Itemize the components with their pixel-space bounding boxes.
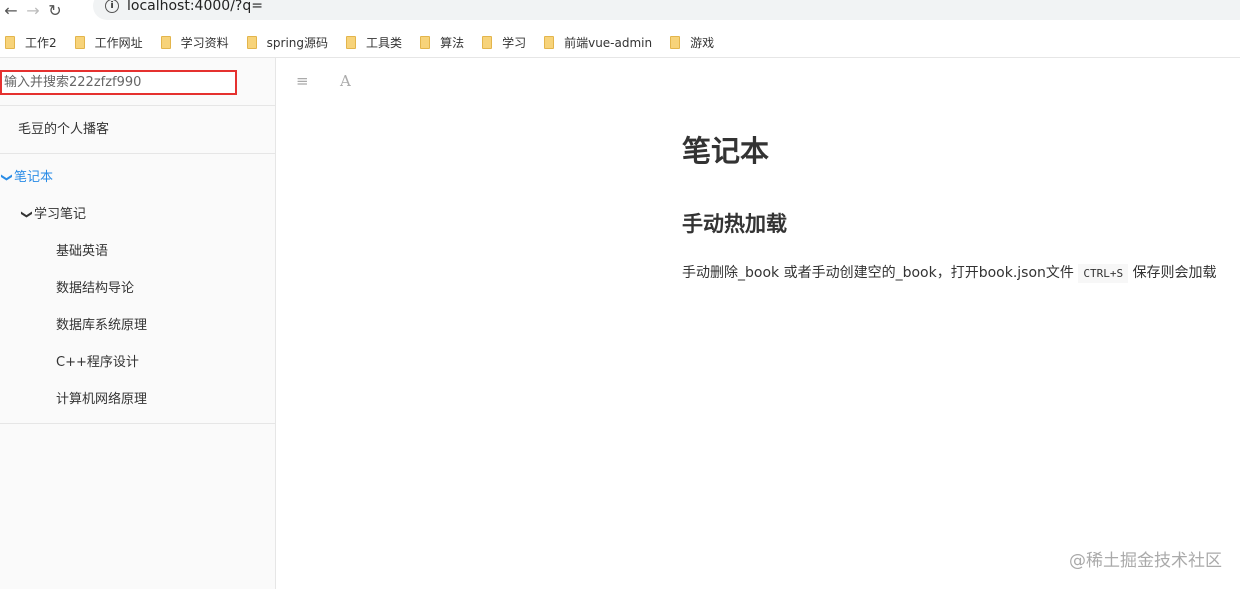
text: 手动删除_book 或者手动创建空的_book，打开book.json文件 <box>682 265 1074 281</box>
folder-icon <box>74 35 85 49</box>
reload-icon[interactable]: ↻ <box>44 1 66 20</box>
bookmarks-bar: 工作2 工作网址 学习资料 spring源码 工具类 算法 学习 前端vue-admin 游戏 <box>0 28 727 56</box>
folder-icon <box>420 35 431 49</box>
group-study-notes[interactable]: ❯学习笔记 <box>0 196 275 233</box>
bookmark-item[interactable]: spring源码 <box>246 34 329 51</box>
url-text: localhost:4000/?q= <box>127 0 263 14</box>
folder-icon <box>482 35 493 49</box>
sidebar-item[interactable]: 数据库系统原理 <box>0 307 275 344</box>
bookmark-item[interactable]: 前端vue-admin <box>544 34 652 51</box>
menu-icon[interactable]: ≡ <box>296 72 309 90</box>
chevron-down-icon: ❯ <box>20 209 34 220</box>
search-input[interactable]: 输入并搜索222zfzf990 <box>0 70 237 95</box>
back-icon[interactable]: ← <box>0 1 22 20</box>
bookmark-item[interactable]: 游戏 <box>670 34 714 51</box>
page-title: 笔记本 <box>682 134 770 168</box>
bookmark-label: 工作网址 <box>94 35 143 50</box>
sidebar-item[interactable]: 计算机网络原理 <box>0 381 275 418</box>
forward-icon[interactable]: → <box>22 1 44 20</box>
blog-title-link[interactable]: 毛豆的个人播客 <box>0 111 275 148</box>
bookmark-item[interactable]: 算法 <box>420 34 464 51</box>
section-heading: 手动热加载 <box>682 212 787 236</box>
sidebar-item[interactable]: 基础英语 <box>0 233 275 270</box>
bookmark-label: 学习 <box>502 35 527 50</box>
address-bar[interactable]: i localhost:4000/?q= <box>93 0 1240 20</box>
bookmark-label: 算法 <box>440 35 465 50</box>
folder-icon <box>670 35 681 49</box>
folder-icon <box>346 35 357 49</box>
watermark: @稀土掘金技术社区 <box>1069 551 1222 571</box>
main-content: ≡ A 笔记本 手动热加载 手动删除_book 或者手动创建空的_book，打开… <box>276 57 1240 589</box>
info-icon[interactable]: i <box>105 0 119 13</box>
text: 保存则会加载 <box>1132 265 1217 281</box>
bookmark-item[interactable]: 工作网址 <box>74 34 143 51</box>
bookmark-item[interactable]: 工作2 <box>5 34 57 51</box>
bookmark-item[interactable]: 学习 <box>482 34 526 51</box>
folder-icon <box>5 35 15 49</box>
folder-icon <box>544 35 555 49</box>
paragraph: 手动删除_book 或者手动创建空的_book，打开book.json文件 CT… <box>682 262 1217 283</box>
bookmark-label: 学习资料 <box>180 35 229 50</box>
sidebar-item[interactable]: C++程序设计 <box>0 344 275 381</box>
font-icon[interactable]: A <box>340 72 351 90</box>
folder-icon <box>160 35 171 49</box>
bookmark-label: 前端vue-admin <box>564 35 653 50</box>
bookmark-label: 工具类 <box>366 35 403 50</box>
bookmark-item[interactable]: 工具类 <box>346 34 402 51</box>
bookmark-item[interactable]: 学习资料 <box>160 34 229 51</box>
sidebar-item[interactable]: 数据结构导论 <box>0 270 275 307</box>
bookmark-label: 工作2 <box>25 35 57 50</box>
chevron-down-icon: ❯ <box>0 172 14 183</box>
section-notebook[interactable]: ❯笔记本 <box>0 159 275 196</box>
folder-icon <box>246 35 257 49</box>
code-snippet: CTRL+S <box>1078 264 1129 283</box>
bookmark-label: 游戏 <box>690 35 715 50</box>
sidebar: 输入并搜索222zfzf990 毛豆的个人播客 ❯笔记本 ❯学习笔记 基础英语数… <box>0 57 276 589</box>
bookmark-label: spring源码 <box>266 35 329 50</box>
